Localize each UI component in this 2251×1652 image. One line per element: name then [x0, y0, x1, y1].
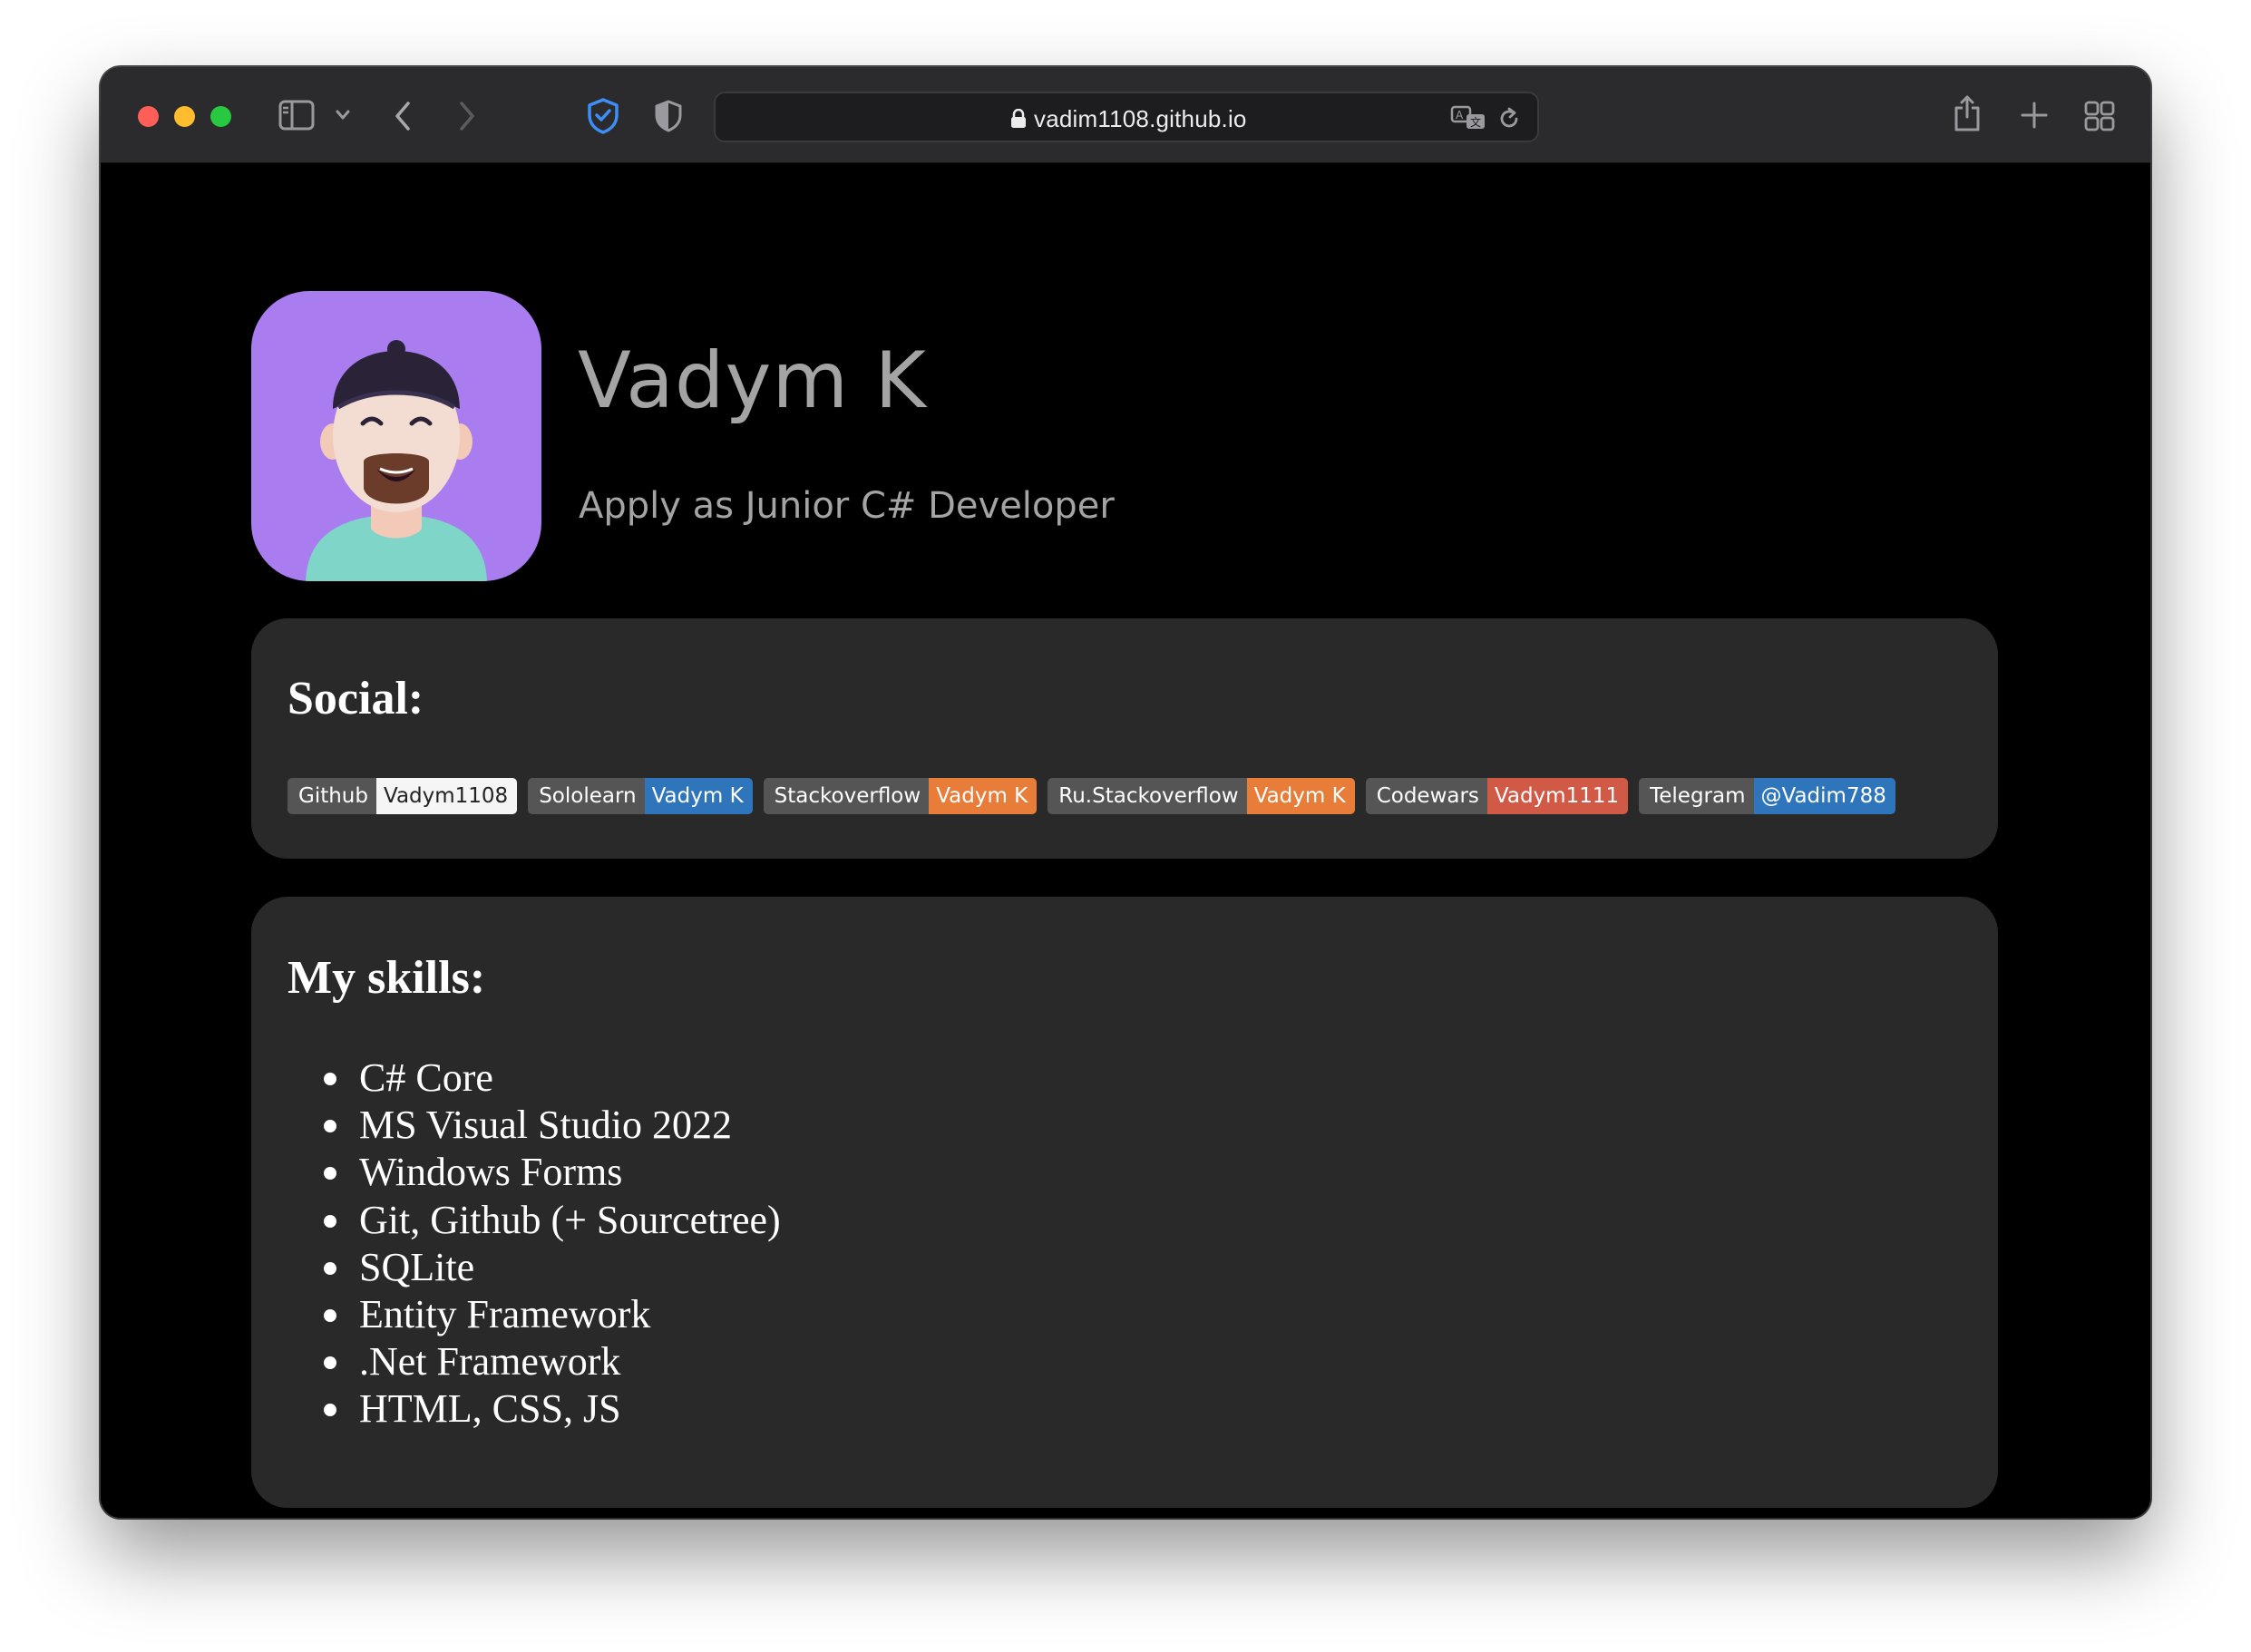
list-item: Windows Forms	[324, 1149, 781, 1196]
skills-card: My skills: C# Core MS Visual Studio 2022…	[251, 897, 1998, 1508]
badge-value: @Vadim788	[1753, 778, 1895, 814]
svg-text:文: 文	[1470, 115, 1481, 129]
skills-list: C# Core MS Visual Studio 2022 Windows Fo…	[324, 1054, 781, 1433]
badge-value: Vadym K	[644, 778, 753, 814]
badge-label: Ru.Stackoverflow	[1048, 778, 1247, 814]
browser-window: vadim1108.github.io A文 Vadym K Apply as …	[101, 67, 2150, 1518]
list-item: Git, Github (+ Sourcetree)	[324, 1197, 781, 1244]
profile-name: Vadym K	[578, 335, 927, 426]
minimize-window-button[interactable]	[174, 106, 195, 127]
chevron-down-icon[interactable]	[335, 109, 351, 121]
social-badges: Github Vadym1108 Sololearn Vadym K Stackov…	[287, 778, 1895, 814]
lock-icon	[1010, 108, 1027, 133]
new-tab-icon[interactable]	[2020, 101, 2049, 130]
badge-ru-stackoverflow[interactable]: Ru.Stackoverflow Vadym K	[1048, 778, 1355, 814]
sidebar-icon[interactable]	[278, 100, 315, 131]
badge-label: Sololearn	[528, 778, 645, 814]
url-text: vadim1108.github.io	[1034, 105, 1247, 132]
browser-toolbar: vadim1108.github.io A文	[101, 67, 2150, 163]
zoom-window-button[interactable]	[210, 106, 231, 127]
avatar-illustration-icon	[306, 340, 487, 581]
svg-text:A: A	[1456, 109, 1464, 121]
list-item: SQLite	[324, 1244, 781, 1291]
reload-icon[interactable]	[1497, 106, 1521, 136]
badge-github[interactable]: Github Vadym1108	[287, 778, 518, 814]
badge-label: Telegram	[1639, 778, 1754, 814]
avatar	[251, 291, 541, 581]
page-content: Vadym K Apply as Junior C# Developer Soc…	[101, 163, 2150, 1518]
badge-value: Vadym1111	[1486, 778, 1629, 814]
badge-telegram[interactable]: Telegram @Vadim788	[1639, 778, 1895, 814]
social-heading: Social:	[287, 673, 424, 724]
shield-icon[interactable]	[653, 99, 684, 133]
tab-overview-icon[interactable]	[2084, 101, 2115, 131]
address-bar[interactable]: vadim1108.github.io A文	[714, 92, 1539, 142]
list-item: MS Visual Studio 2022	[324, 1102, 781, 1149]
skills-heading: My skills:	[287, 952, 486, 1004]
badge-value: Vadym1108	[376, 778, 518, 814]
forward-icon[interactable]	[457, 100, 477, 132]
translate-icon[interactable]: A文	[1450, 104, 1486, 136]
close-window-button[interactable]	[138, 106, 159, 127]
badge-label: Codewars	[1365, 778, 1487, 814]
privacy-shield-icon[interactable]	[585, 97, 621, 135]
list-item: Entity Framework	[324, 1291, 781, 1338]
badge-codewars[interactable]: Codewars Vadym1111	[1365, 778, 1629, 814]
back-icon[interactable]	[393, 100, 413, 132]
badge-label: Github	[287, 778, 376, 814]
share-icon[interactable]	[1952, 93, 1983, 133]
list-item: HTML, CSS, JS	[324, 1385, 781, 1433]
list-item: C# Core	[324, 1054, 781, 1102]
list-item: .Net Framework	[324, 1338, 781, 1385]
badge-value: Vadym K	[929, 778, 1038, 814]
social-card: Social: Github Vadym1108 Sololearn Vadym K…	[251, 618, 1998, 859]
badge-label: Stackoverflow	[763, 778, 930, 814]
badge-value: Vadym K	[1246, 778, 1355, 814]
badge-stackoverflow[interactable]: Stackoverflow Vadym K	[763, 778, 1038, 814]
profile-subtitle: Apply as Junior C# Developer	[579, 485, 1115, 527]
badge-sololearn[interactable]: Sololearn Vadym K	[528, 778, 753, 814]
